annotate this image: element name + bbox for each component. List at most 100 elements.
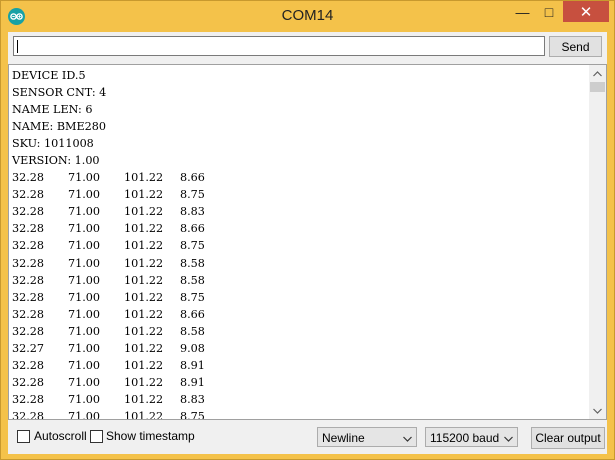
output-line: NAME: BME280 bbox=[12, 120, 107, 134]
output-value: 101.22 bbox=[124, 222, 164, 236]
output-value: 71.00 bbox=[68, 239, 101, 253]
output-data-row: 32.28 71.00 101.22 8.75 bbox=[12, 186, 587, 203]
output-value: 32.28 bbox=[12, 290, 45, 304]
output-value: 71.00 bbox=[68, 358, 101, 372]
output-value: 101.22 bbox=[124, 290, 164, 304]
output-value: 71.00 bbox=[68, 171, 101, 185]
vertical-scrollbar[interactable] bbox=[589, 65, 606, 419]
output-value: 71.00 bbox=[68, 273, 101, 287]
output-value: 8.83 bbox=[180, 205, 205, 219]
output-data-row: 32.28 71.00 101.22 8.66 bbox=[12, 306, 587, 323]
output-data-row: 32.28 71.00 101.22 8.83 bbox=[12, 391, 587, 408]
send-button[interactable]: Send bbox=[549, 36, 602, 57]
close-button[interactable]: ✕ bbox=[563, 1, 609, 22]
output-data-row: 32.28 71.00 101.22 8.58 bbox=[12, 323, 587, 340]
content-area: Send DEVICE ID.5 SENSOR CNT: 4 NAME LEN: 6… bbox=[8, 32, 607, 454]
output-value: 71.00 bbox=[68, 205, 101, 219]
output-value: 71.00 bbox=[68, 409, 101, 420]
output-value: 8.58 bbox=[180, 273, 205, 287]
output-value: 9.08 bbox=[180, 341, 205, 355]
output-value: 8.91 bbox=[180, 358, 205, 372]
output-value: 32.28 bbox=[12, 392, 45, 406]
output-line: VERSION: 1.00 bbox=[12, 154, 100, 168]
text-caret bbox=[17, 40, 18, 53]
output-value: 71.00 bbox=[68, 375, 101, 389]
output-value: 8.75 bbox=[180, 409, 205, 420]
output-value: 101.22 bbox=[124, 341, 164, 355]
output-value: 101.22 bbox=[124, 239, 164, 253]
output-data-row: 32.28 71.00 101.22 8.66 bbox=[12, 220, 587, 237]
output-value: 101.22 bbox=[124, 358, 164, 372]
output-value: 8.66 bbox=[180, 307, 205, 321]
output-value: 32.28 bbox=[12, 222, 45, 236]
output-value: 101.22 bbox=[124, 409, 164, 420]
output-data-row: 32.28 71.00 101.22 8.91 bbox=[12, 374, 587, 391]
output-value: 8.75 bbox=[180, 290, 205, 304]
line-ending-select[interactable]: Newline bbox=[317, 427, 417, 447]
output-data-row: 32.28 71.00 101.22 8.83 bbox=[12, 203, 587, 220]
output-value: 71.00 bbox=[68, 392, 101, 406]
output-data-row: 32.28 71.00 101.22 8.91 bbox=[12, 357, 587, 374]
output-value: 32.28 bbox=[12, 171, 45, 185]
output-value: 101.22 bbox=[124, 392, 164, 406]
title-bar[interactable]: COM14 — □ ✕ bbox=[1, 1, 614, 32]
output-value: 32.28 bbox=[12, 358, 45, 372]
output-value: 32.28 bbox=[12, 256, 45, 270]
output-value: 101.22 bbox=[124, 188, 164, 202]
autoscroll-checkbox[interactable] bbox=[17, 430, 30, 443]
output-line: DEVICE ID.5 bbox=[12, 69, 86, 82]
output-value: 8.66 bbox=[180, 222, 205, 236]
output-value: 8.58 bbox=[180, 256, 205, 270]
output-value: 32.28 bbox=[12, 409, 45, 420]
maximize-button[interactable]: □ bbox=[536, 1, 562, 22]
output-value: 8.83 bbox=[180, 392, 205, 406]
output-value: 101.22 bbox=[124, 273, 164, 287]
clear-output-button[interactable]: Clear output bbox=[531, 427, 605, 449]
status-bar: Autoscroll Show timestamp Newline 115200… bbox=[8, 420, 607, 454]
output-data-row: 32.28 71.00 101.22 8.66 bbox=[12, 169, 587, 186]
chevron-down-icon bbox=[504, 431, 513, 445]
output-value: 32.28 bbox=[12, 324, 45, 338]
output-value: 71.00 bbox=[68, 222, 101, 236]
output-value: 71.00 bbox=[68, 256, 101, 270]
output-value: 101.22 bbox=[124, 256, 164, 270]
output-value: 32.28 bbox=[12, 375, 45, 389]
baud-rate-select[interactable]: 115200 baud bbox=[425, 427, 518, 447]
output-lines: DEVICE ID.5 SENSOR CNT: 4 NAME LEN: 6 NAME:… bbox=[12, 67, 587, 420]
scroll-up-icon[interactable] bbox=[589, 65, 606, 82]
send-input[interactable] bbox=[13, 36, 545, 56]
timestamp-label[interactable]: Show timestamp bbox=[106, 429, 195, 443]
minimize-button[interactable]: — bbox=[509, 1, 536, 22]
output-data-row: 32.28 71.00 101.22 8.58 bbox=[12, 255, 587, 272]
timestamp-checkbox[interactable] bbox=[90, 430, 103, 443]
serial-output[interactable]: DEVICE ID.5 SENSOR CNT: 4 NAME LEN: 6 NAME:… bbox=[8, 64, 607, 420]
output-value: 71.00 bbox=[68, 341, 101, 355]
output-value: 101.22 bbox=[124, 375, 164, 389]
line-ending-value: Newline bbox=[322, 431, 365, 445]
scrollbar-thumb[interactable] bbox=[590, 82, 605, 92]
serial-monitor-window: COM14 — □ ✕ Send DEVICE ID.5 SENSOR CNT: … bbox=[0, 0, 615, 460]
autoscroll-label[interactable]: Autoscroll bbox=[34, 429, 87, 443]
output-data-row: 32.28 71.00 101.22 8.75 bbox=[12, 237, 587, 254]
output-value: 8.66 bbox=[180, 171, 205, 185]
scroll-down-icon[interactable] bbox=[589, 402, 606, 419]
output-value: 8.91 bbox=[180, 375, 205, 389]
output-value: 8.75 bbox=[180, 188, 205, 202]
output-value: 32.28 bbox=[12, 239, 45, 253]
output-value: 71.00 bbox=[68, 188, 101, 202]
chevron-down-icon bbox=[403, 431, 412, 445]
baud-rate-value: 115200 baud bbox=[430, 431, 500, 445]
output-data-row: 32.28 71.00 101.22 8.75 bbox=[12, 408, 587, 420]
output-value: 32.28 bbox=[12, 307, 45, 321]
output-value: 101.22 bbox=[124, 307, 164, 321]
output-value: 71.00 bbox=[68, 307, 101, 321]
output-value: 32.27 bbox=[12, 341, 45, 355]
output-value: 32.28 bbox=[12, 205, 45, 219]
output-value: 101.22 bbox=[124, 324, 164, 338]
output-data-row: 32.27 71.00 101.22 9.08 bbox=[12, 340, 587, 357]
output-value: 71.00 bbox=[68, 324, 101, 338]
output-line: NAME LEN: 6 bbox=[12, 103, 93, 117]
output-data-row: 32.28 71.00 101.22 8.75 bbox=[12, 289, 587, 306]
output-data-row: 32.28 71.00 101.22 8.58 bbox=[12, 272, 587, 289]
output-value: 101.22 bbox=[124, 171, 164, 185]
